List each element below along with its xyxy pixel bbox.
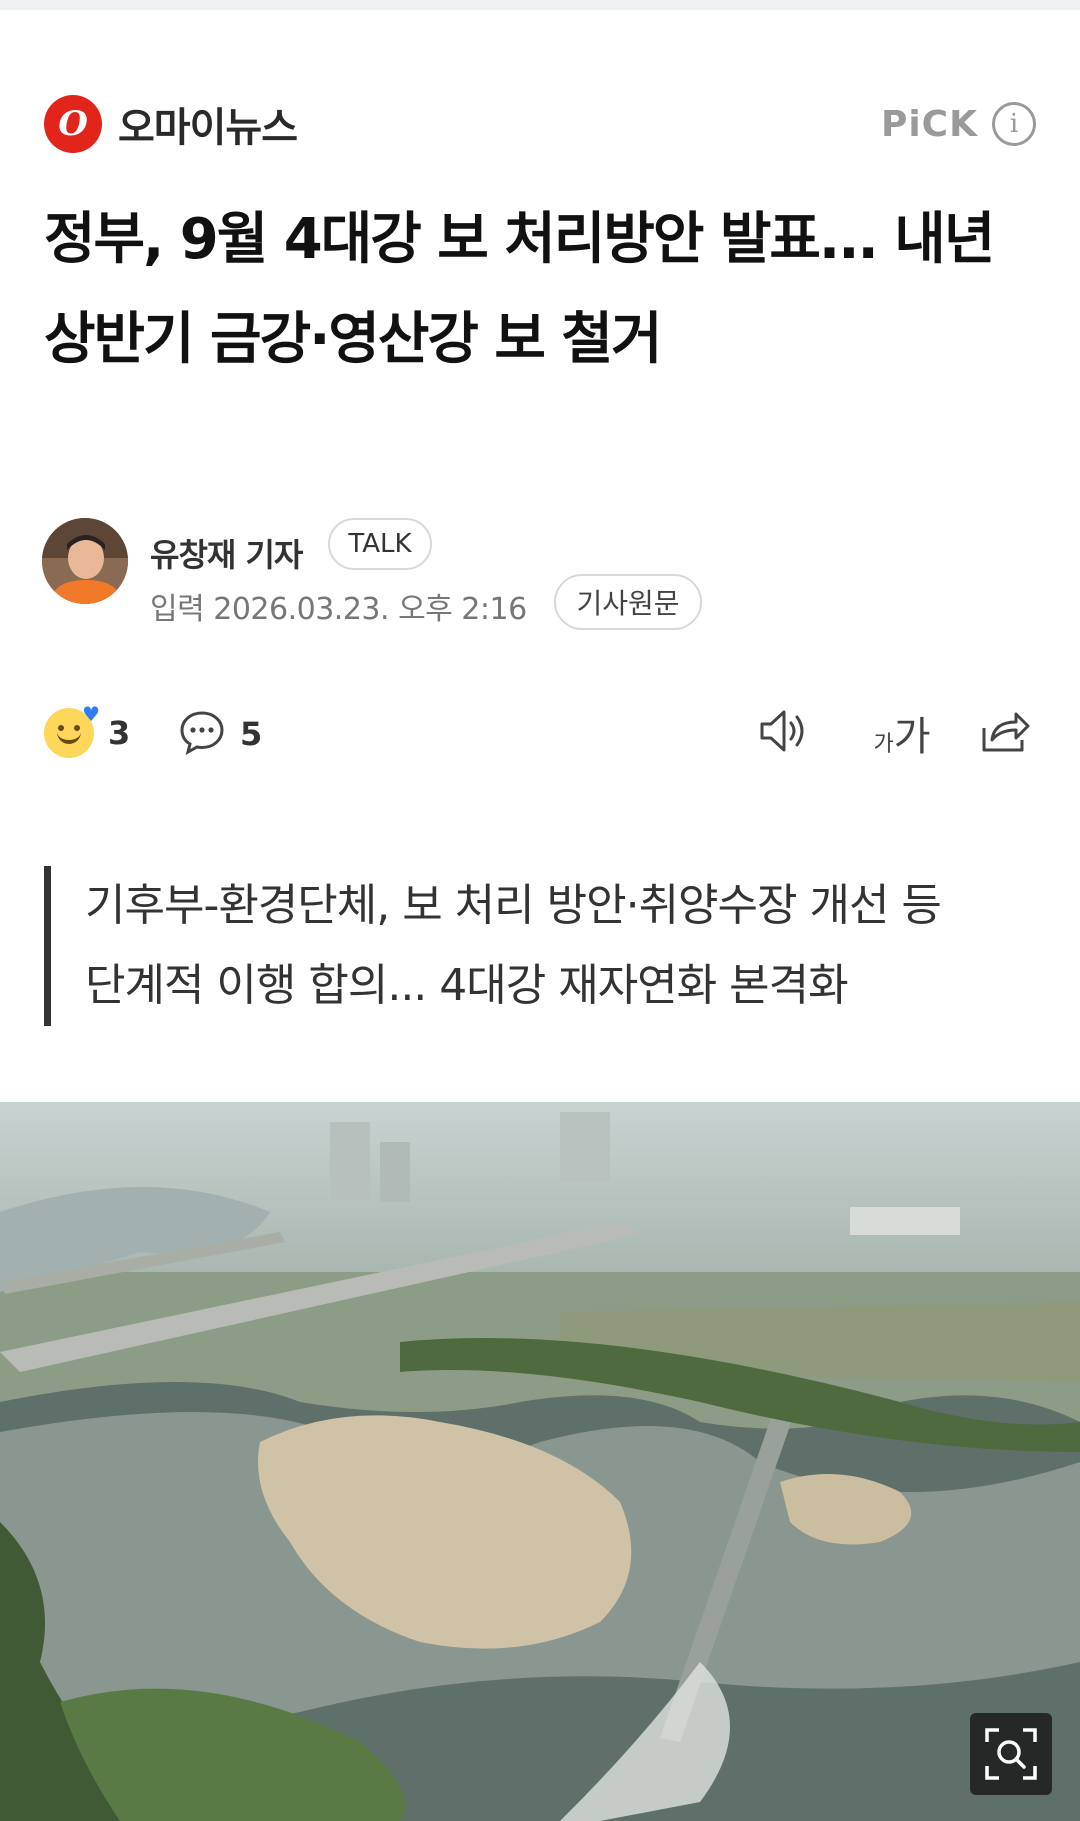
font-size-button[interactable]: 가 가 [864, 704, 940, 762]
article-headline: 정부, 9월 4대강 보 처리방안 발표... 내년 상반기 금강·영산강 보 … [44, 207, 995, 372]
share-icon [980, 706, 1032, 760]
summary-line-1: 기후부-환경단체, 보 처리 방안·취양수장 개선 등 [85, 880, 942, 931]
share-button[interactable] [976, 704, 1036, 762]
press-name[interactable]: 오마이뉴스 [118, 95, 298, 153]
article-action-bar: ♥ 3 5 가 가 [44, 702, 1036, 762]
byline: 유창재 기자 TALK 입력 2026.03.23. 오후 2:16 기사원문 [42, 518, 1042, 630]
article-photo[interactable] [0, 1102, 1080, 1821]
comment-count: 5 [240, 715, 263, 753]
press-header: O 오마이뉴스 PiCK i [44, 95, 1036, 153]
font-size-small: 가 [873, 732, 894, 757]
zoom-button[interactable] [970, 1713, 1052, 1795]
published-date: 입력 2026.03.23. 오후 2:16 [150, 592, 527, 627]
reaction-count: 3 [108, 714, 131, 752]
top-status-strip [0, 0, 1080, 10]
pick-badge: PiCK [880, 103, 978, 145]
author-avatar[interactable] [42, 518, 128, 604]
author-name[interactable]: 유창재 기자 [150, 530, 303, 576]
smile-reaction-icon: ♥ [44, 702, 100, 758]
font-size-large: 가 [893, 714, 931, 760]
comment-button[interactable]: 5 [178, 708, 262, 760]
comment-icon [178, 708, 226, 760]
aerial-river-photo [0, 1102, 1080, 1821]
press-logo-letter: O [58, 104, 88, 144]
reaction-button[interactable]: ♥ 3 [44, 702, 131, 758]
zoom-icon [983, 1726, 1039, 1782]
info-icon[interactable]: i [992, 102, 1036, 146]
press-logo[interactable]: O [44, 95, 102, 153]
article-summary: 기후부-환경단체, 보 처리 방안·취양수장 개선 등 단계적 이행 합의...… [44, 866, 1024, 1026]
original-article-button[interactable]: 기사원문 [554, 574, 702, 630]
font-size-icon: 가 가 [873, 704, 930, 762]
summary-line-2: 단계적 이행 합의... 4대강 재자연화 본격화 [85, 960, 849, 1011]
speaker-icon [756, 706, 812, 760]
talk-button[interactable]: TALK [328, 518, 432, 570]
listen-button[interactable] [754, 704, 814, 762]
